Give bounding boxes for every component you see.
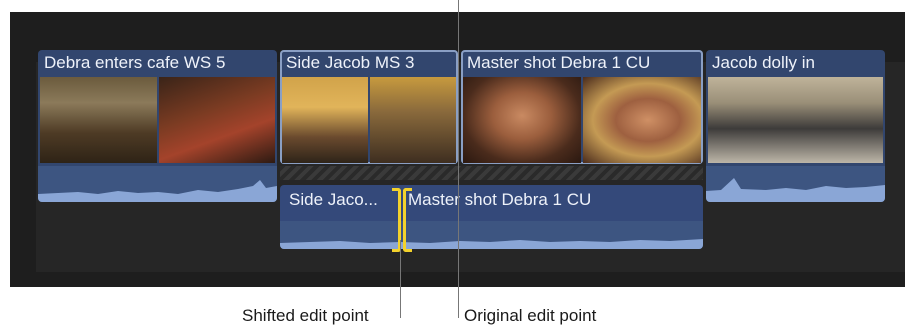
clip-title: Side Jacob MS 3	[286, 53, 415, 72]
clip-title: Jacob dolly in	[712, 53, 816, 72]
clip-thumbnails	[708, 77, 883, 163]
thumbnail-image	[583, 77, 701, 163]
original-edit-point-line	[458, 0, 459, 318]
original-edit-point-caption: Original edit point	[464, 306, 597, 325]
clip-title: Master shot Debra 1 CU	[467, 53, 651, 72]
thumbnail-image	[158, 77, 275, 163]
clip-debra-enters-cafe[interactable]: Debra enters cafe WS 5	[38, 50, 277, 202]
thumbnail-image	[708, 77, 883, 163]
audio-waveform	[280, 221, 703, 249]
shifted-edit-point-line	[400, 240, 401, 318]
clip-master-shot-debra[interactable]: Master shot Debra 1 CU	[461, 50, 703, 164]
clip-thumbnails	[463, 77, 701, 163]
clip-thumbnails	[282, 77, 456, 163]
thumbnail-image	[282, 77, 368, 163]
thumbnail-image	[370, 77, 456, 163]
connected-clip-side-jacob-title[interactable]: Side Jaco...	[289, 189, 378, 211]
thumbnail-image	[40, 77, 157, 163]
clip-thumbnails	[40, 77, 275, 163]
shifted-edit-point-caption: Shifted edit point	[242, 306, 369, 325]
clip-side-jacob-ms3[interactable]: Side Jacob MS 3	[280, 50, 458, 164]
audio-waveform	[706, 166, 885, 202]
connected-storyline[interactable]: Side Jaco... Master shot Debra 1 CU	[280, 185, 703, 249]
connected-clip-master-debra-title[interactable]: Master shot Debra 1 CU	[408, 189, 591, 211]
empty-audio-region	[280, 166, 703, 180]
clip-title: Debra enters cafe WS 5	[44, 53, 226, 72]
clip-jacob-dolly-in[interactable]: Jacob dolly in	[706, 50, 885, 202]
audio-waveform	[38, 166, 277, 202]
edit-point-bracket-icon[interactable]	[403, 188, 412, 252]
thumbnail-image	[463, 77, 581, 163]
